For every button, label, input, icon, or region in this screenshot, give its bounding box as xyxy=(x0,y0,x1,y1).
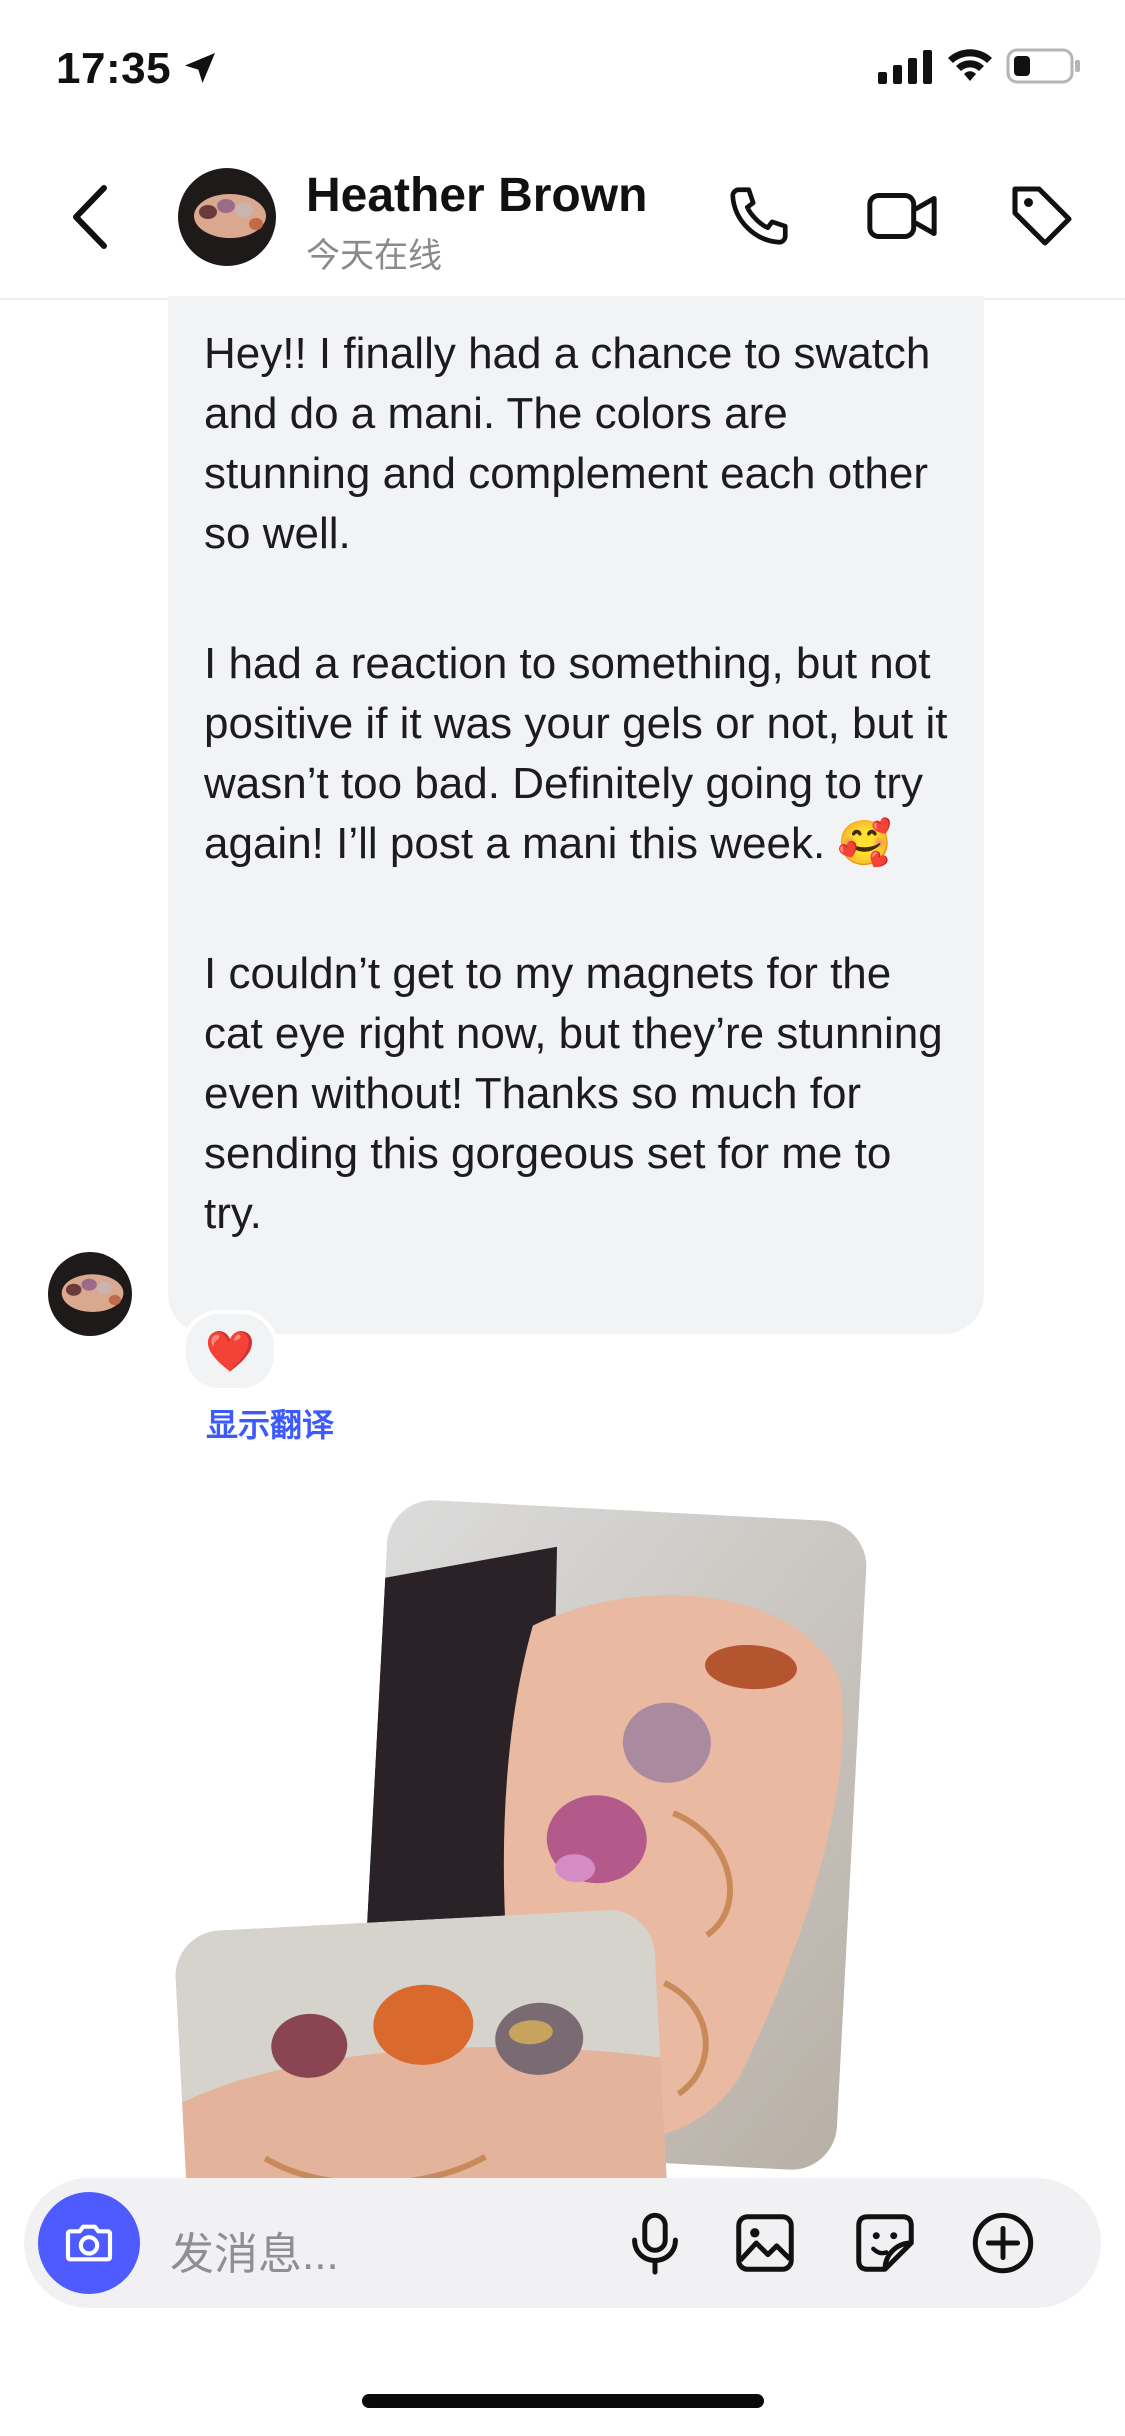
show-translation-link[interactable]: 显示翻译 xyxy=(206,1400,334,1446)
contact-name[interactable]: Heather Brown xyxy=(306,168,647,223)
chat-header: Heather Brown 今天在线 xyxy=(0,140,1125,300)
message-composer: 发消息... xyxy=(24,2178,1101,2308)
tag-icon[interactable] xyxy=(1006,180,1078,252)
home-indicator[interactable] xyxy=(362,2394,764,2408)
contact-avatar[interactable] xyxy=(178,168,276,266)
video-icon[interactable] xyxy=(864,180,940,252)
phone-icon[interactable] xyxy=(724,180,794,252)
presence-status: 今天在线 xyxy=(306,237,442,275)
camera-icon xyxy=(65,2224,113,2262)
signal-icon xyxy=(878,50,932,84)
status-bar: 17:35 xyxy=(0,0,1125,140)
wifi-icon xyxy=(948,49,992,81)
location-arrow-icon xyxy=(185,53,215,83)
camera-button[interactable] xyxy=(38,2192,140,2294)
message-paragraph-2: I had a reaction to something, but not p… xyxy=(204,639,948,868)
message-paragraph-3: I couldn’t get to my magnets for the cat… xyxy=(204,949,943,1238)
status-time: 17:35 xyxy=(56,44,172,93)
message-input[interactable]: 发消息... xyxy=(170,2218,339,2282)
back-chevron-icon[interactable] xyxy=(68,182,112,252)
heart-reaction[interactable]: ❤️ xyxy=(182,1310,278,1392)
message-paragraph-1: Hey!! I finally had a chance to swatch a… xyxy=(204,329,931,558)
message-bubble[interactable]: Hey!! I finally had a chance to swatch a… xyxy=(168,296,984,1334)
sender-avatar[interactable] xyxy=(48,1252,132,1336)
image-icon[interactable] xyxy=(730,2208,800,2278)
mic-icon[interactable] xyxy=(620,2208,690,2278)
sticker-icon[interactable] xyxy=(850,2208,920,2278)
battery-icon xyxy=(1006,48,1080,84)
heart-icon: ❤️ xyxy=(205,1329,255,1374)
plus-icon[interactable] xyxy=(968,2208,1038,2278)
